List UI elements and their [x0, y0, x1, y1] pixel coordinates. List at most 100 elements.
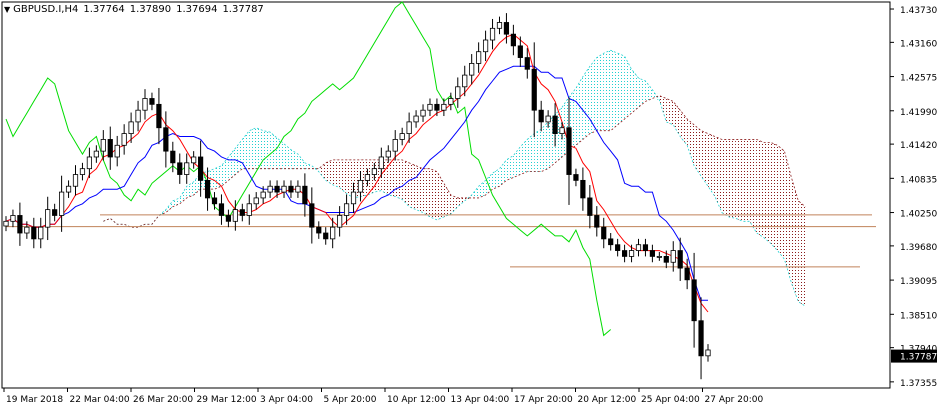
kumo-segment — [735, 139, 743, 222]
kumo-segment — [242, 130, 250, 169]
candle-body — [10, 215, 16, 222]
candle-body — [316, 226, 322, 234]
kumo-segment — [429, 168, 437, 220]
kumo-segment — [756, 139, 764, 238]
candle-body — [566, 127, 572, 175]
time-tick-label: 3 Apr 04:00 — [260, 395, 313, 405]
candle-body — [191, 156, 197, 164]
candle-body — [288, 185, 294, 193]
candle-body — [350, 191, 357, 205]
kumo-segment — [409, 162, 417, 210]
candle-body — [635, 244, 642, 251]
kumo-segment — [436, 171, 444, 220]
candle-body — [489, 27, 496, 41]
candle-body — [232, 209, 238, 222]
candle-body — [59, 191, 65, 216]
candle-body — [587, 197, 593, 216]
candle-body — [496, 22, 503, 29]
candle-body — [38, 226, 44, 240]
kumo-segment — [610, 50, 618, 131]
candle-body — [476, 51, 482, 64]
candle-body — [698, 320, 704, 357]
time-tick-label: 26 Mar 20:00 — [133, 395, 193, 405]
candle-body — [705, 349, 711, 357]
candle-body — [691, 279, 697, 322]
time-axis: 19 Mar 2018 22 Mar 04:00 26 Mar 20:00 29 Ma… — [3, 388, 763, 405]
kumo-segment — [687, 118, 695, 166]
kumo-segment — [659, 95, 667, 122]
candle-body — [392, 139, 398, 152]
kumo-segment — [423, 168, 430, 217]
kumo-segment — [638, 78, 646, 108]
candle-body — [225, 215, 232, 222]
price-tick-label: 1.41990 — [900, 108, 937, 118]
time-tick-label: 5 Apr 20:00 — [324, 395, 377, 405]
price-chart[interactable]: 1.43730 1.43160 1.42575 1.41990 1.41420 1.408… — [0, 0, 939, 410]
price-tick-label: 1.39095 — [900, 277, 937, 287]
kumo-segment — [770, 142, 778, 251]
candle-body — [663, 256, 669, 263]
kumo-segment — [443, 183, 451, 217]
time-tick-label: 25 Apr 04:00 — [641, 395, 700, 405]
time-tick-label: 17 Apr 20:00 — [514, 395, 573, 405]
candle-body — [524, 57, 530, 70]
kumo-segment — [694, 124, 702, 176]
price-tick-label: 1.38510 — [900, 311, 937, 321]
candle-body — [31, 226, 37, 240]
kumo-segment — [742, 139, 750, 222]
candle-body — [3, 220, 9, 227]
candle-body — [274, 185, 280, 193]
candle-body — [218, 203, 225, 216]
price-tick-label: 1.42575 — [900, 74, 937, 84]
candle-body — [621, 250, 628, 257]
candle-body — [441, 103, 447, 111]
candle-body — [413, 115, 419, 123]
kumo-segment — [151, 215, 159, 225]
candle-body — [267, 185, 273, 193]
candle-body — [281, 185, 287, 193]
time-tick-label: 10 Apr 12:00 — [387, 395, 446, 405]
candle-body — [649, 250, 655, 257]
candle-body — [343, 203, 350, 216]
kumo-segment — [624, 56, 632, 119]
candle-body — [24, 226, 30, 234]
candle-body — [615, 244, 621, 251]
kumo-segment — [263, 130, 271, 169]
candle-body — [552, 115, 558, 134]
kumo-segment — [249, 127, 257, 169]
candle-body — [670, 250, 676, 263]
candle-body — [378, 156, 384, 170]
kumo-segment — [631, 69, 639, 114]
kumo-segment — [673, 101, 681, 137]
candle-body — [434, 103, 440, 111]
candle-body — [337, 215, 343, 228]
candle-body — [482, 39, 489, 53]
kumo-segment — [749, 139, 757, 234]
candle-body — [149, 98, 155, 105]
kumo-segment — [284, 143, 291, 169]
candle-body — [330, 226, 336, 240]
kumo-segment — [520, 139, 528, 175]
kumo-segment — [596, 53, 604, 131]
candle-body — [642, 244, 649, 251]
price-tick-label: 1.39680 — [900, 243, 937, 253]
candle-body — [462, 74, 468, 88]
candle-body — [163, 127, 169, 152]
candle-body — [573, 174, 579, 181]
kumo-segment — [589, 57, 597, 134]
kumo-segment — [534, 129, 542, 172]
candle-body — [100, 139, 106, 152]
candle-body — [246, 203, 252, 216]
price-tick-label: 1.37355 — [900, 379, 937, 389]
kumo-segment — [332, 159, 340, 188]
candle-body — [45, 209, 51, 228]
candle-body — [121, 133, 127, 146]
kumo-segment — [318, 162, 326, 181]
candle-body — [371, 168, 377, 175]
kumo-segment — [777, 145, 785, 260]
candle-body — [211, 197, 218, 205]
kumo-segment — [165, 200, 173, 213]
kumo-segment — [582, 66, 590, 140]
candle-body — [503, 22, 510, 35]
candle-body — [184, 162, 190, 175]
